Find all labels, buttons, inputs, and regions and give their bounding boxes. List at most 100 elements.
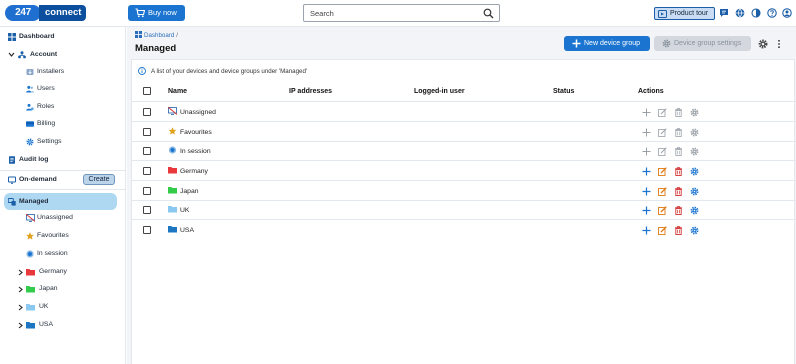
chevron-right-icon[interactable] — [17, 304, 24, 311]
row-name[interactable]: Germany — [168, 162, 208, 181]
row-name[interactable]: Japan — [168, 182, 199, 201]
sidebar-item-uk[interactable]: UK — [0, 300, 126, 314]
gear-icon[interactable] — [758, 39, 768, 49]
row-name-label: Germany — [180, 168, 208, 175]
sidebar-item-usa[interactable]: USA — [0, 318, 126, 332]
user-account-icon[interactable] — [782, 8, 792, 18]
table-row[interactable]: Germany — [132, 162, 796, 181]
column-header-ip[interactable]: IP addresses — [289, 82, 332, 102]
row-checkbox[interactable] — [143, 147, 151, 155]
row-name[interactable]: Favourites — [168, 123, 212, 142]
brand-logo[interactable]: 247 connect — [5, 4, 87, 22]
info-icon — [138, 67, 146, 75]
sidebar-item-germany[interactable]: Germany — [0, 265, 126, 279]
sidebar-item-audit-log[interactable]: Audit log — [0, 153, 126, 167]
delete-icon[interactable] — [674, 206, 683, 215]
table-row[interactable]: Unassigned — [132, 103, 796, 122]
select-all-checkbox[interactable] — [143, 87, 151, 95]
settings-icon — [690, 128, 699, 137]
sidebar-item-billing[interactable]: Billing — [0, 117, 126, 131]
delete-icon[interactable] — [674, 226, 683, 235]
row-name[interactable]: USA — [168, 221, 194, 240]
chevron-right-icon[interactable] — [17, 269, 24, 276]
row-checkbox[interactable] — [143, 187, 151, 195]
breadcrumb: Dashboard / — [135, 31, 178, 39]
theme-toggle-icon[interactable] — [751, 8, 761, 18]
language-icon[interactable] — [735, 8, 745, 18]
sidebar-item-account[interactable]: Account — [0, 48, 126, 62]
new-device-group-button[interactable]: New device group — [564, 36, 650, 51]
help-icon[interactable] — [767, 8, 777, 18]
delete-icon[interactable] — [674, 187, 683, 196]
row-name[interactable]: UK — [168, 201, 189, 220]
device-group-settings-button[interactable]: Device group settings — [654, 36, 751, 51]
sidebar-item-in-session[interactable]: In session — [0, 247, 126, 261]
buy-now-button[interactable]: Buy now — [128, 5, 185, 21]
table-row[interactable]: Japan — [132, 182, 796, 201]
row-checkbox[interactable] — [143, 167, 151, 175]
sidebar-label-on-demand: On-demand — [19, 176, 57, 183]
row-checkbox[interactable] — [143, 128, 151, 136]
logo-number: 247 — [5, 5, 41, 21]
row-name[interactable]: In session — [168, 142, 211, 161]
breadcrumb-link-dashboard[interactable]: Dashboard — [144, 32, 174, 39]
settings-icon[interactable] — [690, 187, 699, 196]
sidebar-item-unassigned[interactable]: Unassigned — [0, 211, 126, 225]
sidebar-item-installers[interactable]: Installers — [0, 65, 126, 79]
unassigned-icon — [26, 214, 35, 222]
delete-icon — [675, 147, 682, 156]
add-icon[interactable] — [642, 206, 651, 215]
edit-icon[interactable] — [658, 226, 667, 235]
column-header-user[interactable]: Logged-in user — [414, 82, 465, 102]
edit-icon[interactable] — [658, 167, 667, 176]
audit-log-icon — [9, 156, 15, 164]
add-icon[interactable] — [642, 226, 651, 235]
table-row[interactable]: In session — [132, 142, 796, 161]
settings-icon[interactable] — [690, 206, 699, 215]
sidebar-item-managed[interactable]: Managed — [4, 193, 117, 210]
in-session-icon — [168, 146, 177, 154]
more-options-icon[interactable] — [774, 39, 784, 49]
search-icon[interactable] — [483, 8, 494, 19]
edit-icon — [658, 128, 667, 137]
chat-icon[interactable] — [719, 8, 729, 18]
edit-icon[interactable] — [658, 187, 667, 196]
column-header-status[interactable]: Status — [553, 82, 574, 102]
edit-icon[interactable] — [658, 206, 667, 215]
table-row[interactable]: USA — [132, 221, 796, 240]
users-icon — [26, 85, 34, 93]
sidebar-item-japan[interactable]: Japan — [0, 282, 126, 296]
add-icon[interactable] — [642, 167, 651, 176]
info-text: A list of your devices and device groups… — [151, 68, 308, 75]
sidebar-item-on-demand[interactable]: On-demand Create — [0, 173, 126, 187]
gear-icon — [26, 138, 34, 146]
row-name[interactable]: Unassigned — [168, 103, 216, 122]
sidebar-item-favourites[interactable]: Favourites — [0, 229, 126, 243]
row-name-label: Japan — [180, 188, 199, 195]
create-session-button[interactable]: Create — [83, 174, 115, 185]
settings-icon[interactable] — [690, 167, 699, 176]
search-input[interactable] — [310, 7, 470, 19]
sidebar-item-users[interactable]: Users — [0, 82, 126, 96]
billing-icon — [26, 121, 34, 127]
delete-icon[interactable] — [674, 167, 683, 176]
chevron-right-icon[interactable] — [17, 322, 24, 329]
product-tour-button[interactable]: Product tour — [654, 7, 715, 20]
main-content: Dashboard / Managed New device group Devi… — [127, 27, 796, 364]
chevron-down-icon — [8, 52, 15, 57]
column-header-name[interactable]: Name — [168, 82, 187, 102]
add-icon[interactable] — [642, 187, 651, 196]
row-checkbox[interactable] — [143, 226, 151, 234]
star-icon — [26, 232, 34, 240]
sidebar-item-dashboard[interactable]: Dashboard — [0, 30, 126, 44]
row-checkbox[interactable] — [143, 206, 151, 214]
table-row[interactable]: UK — [132, 201, 796, 220]
settings-icon[interactable] — [690, 226, 699, 235]
table-row[interactable]: Favourites — [132, 123, 796, 142]
sidebar-item-settings[interactable]: Settings — [0, 135, 126, 149]
chevron-right-icon[interactable] — [17, 286, 24, 293]
sidebar-item-roles[interactable]: Roles — [0, 100, 126, 114]
sidebar: Dashboard Account Installers Users Roles… — [0, 27, 126, 364]
row-checkbox[interactable] — [143, 108, 151, 116]
search-box[interactable] — [303, 4, 500, 22]
